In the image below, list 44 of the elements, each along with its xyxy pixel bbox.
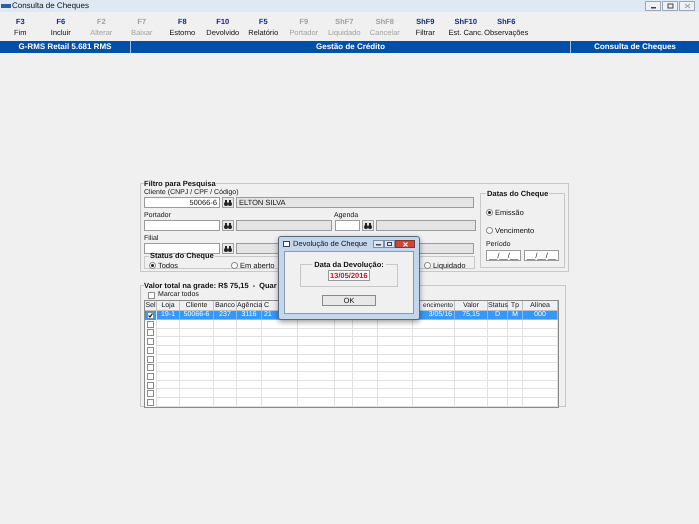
checkbox[interactable] — [147, 329, 154, 336]
checkbox[interactable] — [148, 292, 155, 299]
search-button[interactable] — [362, 220, 374, 232]
checkbox[interactable] — [147, 372, 154, 380]
checkbox[interactable] — [147, 356, 154, 363]
radio-button[interactable] — [149, 262, 156, 270]
binoculars-icon — [224, 246, 232, 252]
checkbox[interactable] — [147, 390, 154, 398]
checkbox[interactable] — [147, 398, 154, 406]
radio-button[interactable] — [486, 208, 493, 216]
portador-field[interactable] — [144, 220, 220, 232]
close-icon — [684, 3, 690, 9]
checkbox[interactable] — [147, 346, 154, 354]
window-icon — [283, 241, 290, 247]
checkbox[interactable] — [147, 338, 154, 346]
checkbox[interactable] — [147, 320, 154, 328]
radio-button[interactable] — [486, 226, 493, 234]
restore-button[interactable] — [662, 1, 678, 11]
search-button[interactable] — [222, 197, 234, 208]
radio-button[interactable] — [231, 262, 238, 270]
minimize-button[interactable] — [373, 240, 384, 248]
radio-button[interactable] — [424, 262, 431, 270]
maximize-icon — [387, 242, 392, 246]
filial-field[interactable] — [144, 243, 220, 254]
checkbox[interactable] — [147, 382, 154, 389]
close-button[interactable] — [395, 240, 415, 248]
module-label: Gestão de Crédito — [131, 41, 571, 53]
checkbox[interactable] — [147, 312, 154, 320]
window-title: Consulta de Cheques — [12, 0, 89, 12]
app-icon — [1, 3, 11, 9]
agenda-field[interactable] — [335, 220, 360, 232]
binoculars-icon — [364, 222, 372, 229]
search-button[interactable] — [222, 220, 234, 232]
search-button[interactable] — [222, 243, 234, 254]
app-version-label: G-RMS Retail 5.681 RMS — [0, 41, 131, 53]
screen-label: Consulta de Cheques — [593, 41, 677, 53]
restore-icon — [666, 3, 674, 9]
binoculars-icon — [224, 200, 232, 206]
close-icon — [402, 242, 408, 246]
maximize-button[interactable] — [384, 240, 395, 248]
binoculars-icon — [224, 222, 232, 229]
checkbox[interactable] — [147, 364, 154, 372]
minimize-button[interactable] — [645, 1, 661, 11]
minimize-icon — [376, 242, 381, 246]
